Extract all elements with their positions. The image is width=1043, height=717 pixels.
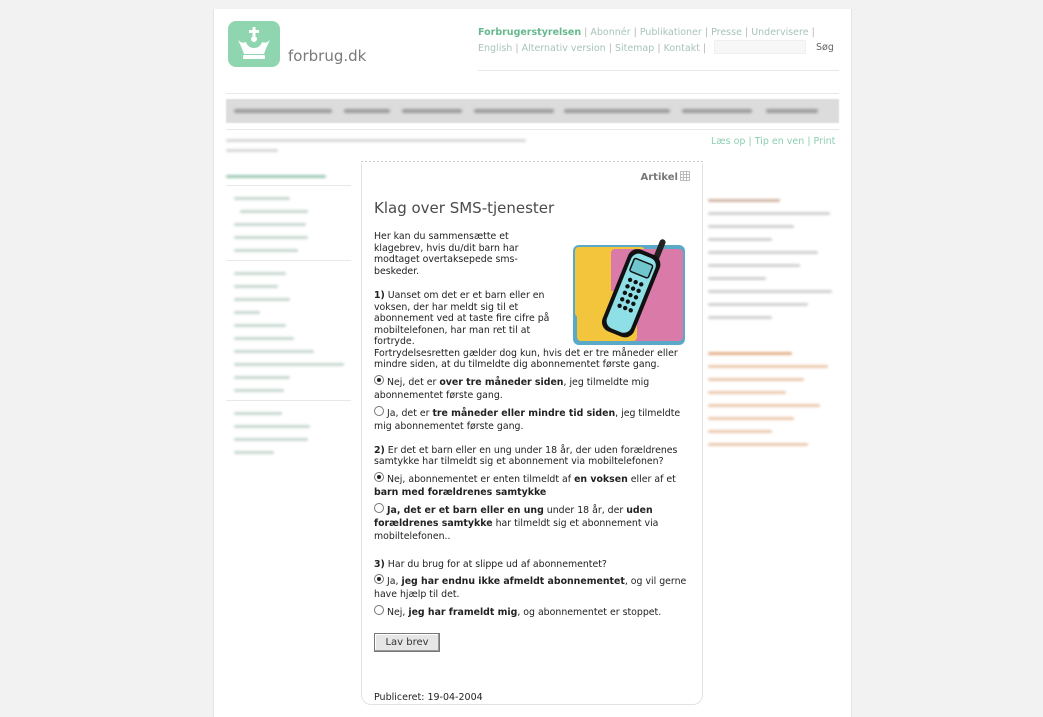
link-print[interactable]: Print — [814, 136, 836, 147]
sidebar-item[interactable] — [234, 376, 290, 379]
nav-item[interactable] — [344, 109, 390, 113]
nav-item[interactable] — [474, 109, 554, 113]
sidebar-item[interactable] — [234, 272, 286, 275]
radio-button[interactable] — [374, 574, 384, 584]
main-navigation-bar — [226, 99, 839, 123]
radio-button[interactable] — [374, 471, 384, 482]
sidebar-item[interactable] — [240, 210, 308, 213]
q1-option-no[interactable]: Nej, det er over tre måneder siden, jeg … — [374, 374, 696, 402]
article-panel: Artikel Klag over SMS-tjenester Her kan … — [361, 163, 703, 705]
sidebar-item[interactable] — [234, 197, 290, 200]
link-sitemap[interactable]: Sitemap — [615, 43, 654, 54]
related-item[interactable] — [708, 264, 800, 267]
grid-icon — [680, 171, 690, 181]
radio-button[interactable] — [374, 405, 384, 416]
related-item[interactable] — [708, 290, 832, 293]
q1-option-yes[interactable]: Ja, det er tre måneder eller mindre tid … — [374, 405, 696, 433]
crown-logo-icon[interactable] — [228, 21, 280, 67]
related-item[interactable] — [708, 303, 808, 306]
question-2: 2) Er det et barn eller en ung under 18 … — [374, 444, 678, 468]
page-container: forbrug.dk Forbrugerstyrelsen | Abonnér … — [213, 9, 852, 717]
link-forbrugerstyrelsen[interactable]: Forbrugerstyrelsen — [478, 27, 581, 38]
breadcrumb[interactable] — [226, 139, 526, 142]
related-item[interactable] — [708, 277, 766, 280]
sidebar-item[interactable] — [234, 311, 260, 314]
divider — [478, 70, 839, 71]
q3-option-no[interactable]: Nej, jeg har frameldt mig, og abonnement… — [374, 605, 696, 619]
related-item[interactable] — [708, 238, 772, 241]
article-title: Klag over SMS-tjenester — [374, 199, 555, 217]
related-item[interactable] — [708, 430, 772, 433]
sidebar-item[interactable] — [234, 425, 310, 428]
sidebar-item[interactable] — [234, 298, 290, 301]
sidebar-item[interactable] — [234, 285, 278, 288]
make-letter-button[interactable]: Lav brev — [374, 633, 440, 652]
nav-item[interactable] — [234, 109, 332, 113]
sidebar-item[interactable] — [234, 451, 274, 454]
radio-button[interactable] — [374, 374, 384, 385]
link-tip-en-ven[interactable]: Tip en ven — [755, 136, 805, 147]
intro-text: Her kan du sammensætte et klagebrev, hvi… — [374, 231, 519, 277]
q2-option-yes[interactable]: Ja, det er et barn eller en ung under 18… — [374, 502, 696, 543]
radio-button[interactable] — [374, 605, 384, 615]
related-item[interactable] — [708, 251, 818, 254]
link-laes-op[interactable]: Læs op — [711, 136, 745, 147]
sidebar-item[interactable] — [234, 389, 284, 392]
search-input[interactable] — [714, 40, 806, 54]
nav-item[interactable] — [682, 109, 752, 113]
sidebar-item[interactable] — [234, 412, 282, 415]
related-item[interactable] — [708, 365, 828, 368]
article-body: Her kan du sammensætte et klagebrev, hvi… — [374, 231, 696, 619]
divider — [226, 93, 839, 94]
related-item[interactable] — [708, 443, 808, 446]
related-item[interactable] — [708, 316, 772, 319]
question-3: 3) Har du brug for at slippe ud af abonn… — [374, 558, 607, 570]
nav-item[interactable] — [402, 109, 462, 113]
sidebar-item[interactable] — [234, 438, 308, 441]
related-heading — [708, 352, 792, 355]
related-item[interactable] — [708, 212, 830, 215]
sidebar-item[interactable] — [234, 363, 344, 366]
question-1-note: Fortrydelsesretten gælder dog kun, hvis … — [374, 347, 678, 371]
q2-option-no[interactable]: Nej, abonnementet er enten tilmeldt af e… — [374, 471, 696, 499]
sidebar-item[interactable] — [234, 236, 308, 239]
q3-option-yes[interactable]: Ja, jeg har endnu ikke afmeldt abonnemen… — [374, 574, 696, 601]
question-1: 1) Uanset om det er et barn eller en vok… — [374, 290, 550, 347]
link-presse[interactable]: Presse — [711, 27, 742, 38]
site-logo-text[interactable]: forbrug.dk — [288, 47, 366, 65]
published-date: Publiceret: 19-04-2004 — [374, 692, 483, 703]
related-item[interactable] — [708, 378, 804, 381]
sidebar-item[interactable] — [234, 337, 294, 340]
breadcrumb[interactable] — [226, 149, 278, 152]
link-undervisere[interactable]: Undervisere — [751, 27, 808, 38]
search-button[interactable]: Søg — [816, 42, 834, 53]
related-heading — [708, 199, 780, 202]
sidebar-item[interactable] — [234, 223, 306, 226]
link-publikationer[interactable]: Publikationer — [640, 27, 702, 38]
link-abonner[interactable]: Abonnér — [590, 27, 630, 38]
related-item[interactable] — [708, 225, 794, 228]
sidebar-item[interactable] — [234, 324, 286, 327]
divider — [226, 129, 839, 130]
related-item[interactable] — [708, 417, 794, 420]
link-english[interactable]: English — [478, 43, 512, 54]
link-kontakt[interactable]: Kontakt — [664, 43, 700, 54]
related-item[interactable] — [708, 404, 820, 407]
link-alternativ-version[interactable]: Alternativ version — [522, 43, 606, 54]
utility-links: Læs op | Tip en ven | Print — [711, 136, 836, 147]
sidebar-item[interactable] — [234, 249, 298, 252]
sidebar-item[interactable] — [226, 175, 326, 178]
divider — [361, 161, 704, 162]
nav-item[interactable] — [766, 109, 818, 113]
nav-item[interactable] — [564, 109, 670, 113]
sidebar-item[interactable] — [234, 350, 314, 353]
related-item[interactable] — [708, 391, 786, 394]
radio-button[interactable] — [374, 502, 384, 513]
article-tab: Artikel — [641, 171, 690, 183]
